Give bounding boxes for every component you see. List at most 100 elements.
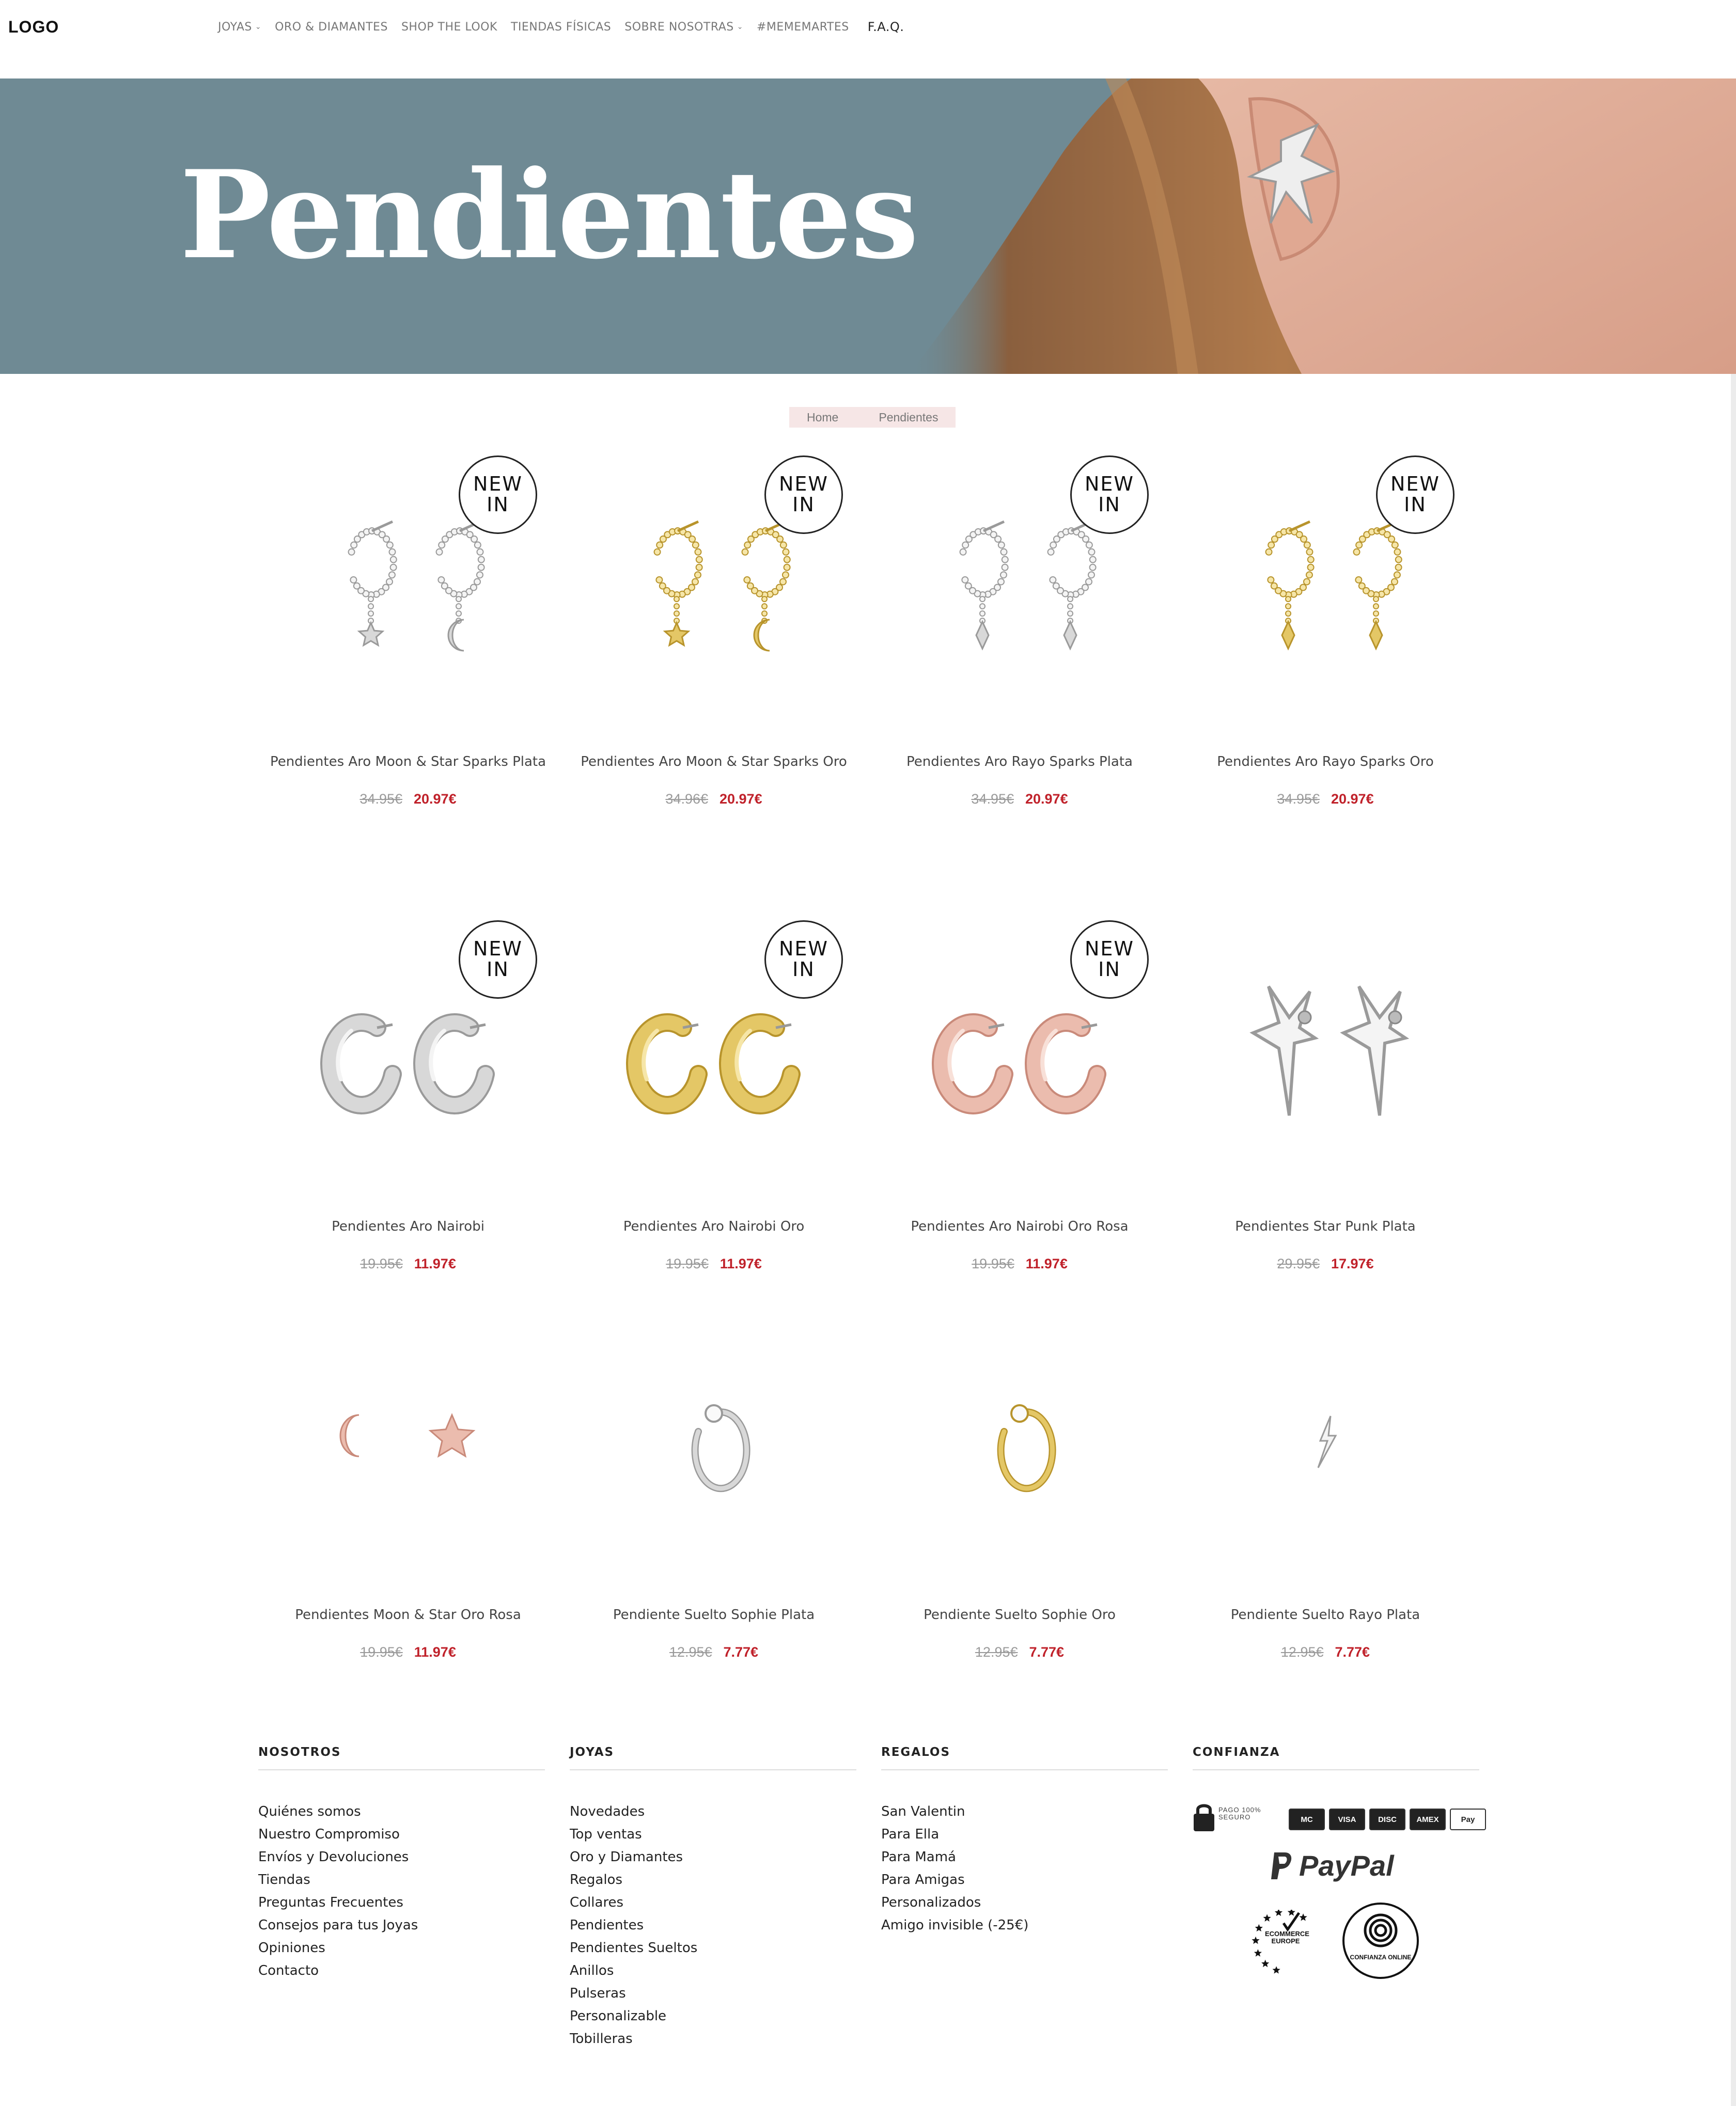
eu-star-icon xyxy=(1255,1924,1263,1932)
sale-price: 7.77€ xyxy=(723,1644,759,1660)
footer-link[interactable]: Collares xyxy=(570,1891,856,1914)
product-image[interactable] xyxy=(1170,1302,1480,1592)
nav-item[interactable]: #MEMEMARTES xyxy=(757,21,849,34)
check-icon xyxy=(1282,1912,1301,1932)
footer-link[interactable]: Tobilleras xyxy=(570,2028,856,2050)
footer-link[interactable]: Personalizados xyxy=(881,1891,1168,1914)
main-nav: JOYAS ⌄ ORO & DIAMANTES SHOP THE LOOK TIENDA… xyxy=(218,20,904,34)
nav-item-label: F.A.Q. xyxy=(867,20,904,34)
badge-line: IN xyxy=(1404,493,1427,516)
product-name[interactable]: Pendientes Aro Rayo Sparks Plata xyxy=(865,754,1175,769)
footer-link[interactable]: San Valentin xyxy=(881,1800,1168,1823)
new-in-badge: NEW IN xyxy=(1070,920,1149,999)
nav-item[interactable]: ORO & DIAMANTES xyxy=(275,21,388,34)
product-image[interactable] xyxy=(865,1302,1175,1592)
footer-link[interactable]: Regalos xyxy=(570,1868,856,1891)
paypal-logo: PayPal xyxy=(1270,1849,1394,1882)
footer-link[interactable]: Preguntas Frecuentes xyxy=(258,1891,545,1914)
nav-item[interactable]: SOBRE NOSOTRAS ⌄ xyxy=(624,21,743,34)
sale-price: 17.97€ xyxy=(1331,1256,1374,1271)
footer-heading: NOSOTROS xyxy=(258,1746,545,1770)
product-price: 12.95€ 7.77€ xyxy=(559,1644,869,1660)
footer-link[interactable]: Para Ella xyxy=(881,1823,1168,1846)
product-name[interactable]: Pendientes Aro Rayo Sparks Oro xyxy=(1170,754,1480,769)
product-price: 34.95€ 20.97€ xyxy=(1170,791,1480,807)
nav-item[interactable]: JOYAS ⌄ xyxy=(218,21,261,34)
product-name[interactable]: Pendientes Aro Moon & Star Sparks Oro xyxy=(559,754,869,769)
sale-price: 7.77€ xyxy=(1335,1644,1370,1660)
footer-link[interactable]: Nuestro Compromiso xyxy=(258,1823,545,1846)
footer-link[interactable]: Oro y Diamantes xyxy=(570,1846,856,1868)
old-price: 34.95€ xyxy=(971,791,1014,807)
paypal-icon xyxy=(1271,1852,1292,1879)
fingerprint-icon xyxy=(1364,1913,1398,1947)
badge-line: NEW xyxy=(473,473,523,496)
sale-price: 20.97€ xyxy=(720,791,762,807)
footer-link[interactable]: Contacto xyxy=(258,1959,545,1982)
old-price: 12.95€ xyxy=(1280,1644,1324,1660)
product-name[interactable]: Pendientes Moon & Star Oro Rosa xyxy=(253,1607,563,1623)
page-title: Pendientes xyxy=(180,144,919,286)
nav-item[interactable]: TIENDAS FÍSICAS xyxy=(511,21,611,34)
product-name[interactable]: Pendientes Aro Nairobi Oro xyxy=(559,1219,869,1234)
product-name[interactable]: Pendientes Aro Nairobi Oro Rosa xyxy=(865,1219,1175,1234)
footer-link[interactable]: Para Amigas xyxy=(881,1868,1168,1891)
footer-link[interactable]: Amigo invisible (-25€) xyxy=(881,1914,1168,1937)
product-name[interactable]: Pendientes Star Punk Plata xyxy=(1170,1219,1480,1234)
eu-star-icon xyxy=(1274,1910,1283,1916)
old-price: 19.95€ xyxy=(360,1644,403,1660)
footer-link[interactable]: Tiendas xyxy=(258,1868,545,1891)
footer-link[interactable]: Novedades xyxy=(570,1800,856,1823)
product-price: 34.96€ 20.97€ xyxy=(559,791,869,807)
product-name[interactable]: Pendientes Aro Moon & Star Sparks Plata xyxy=(253,754,563,769)
breadcrumb-home[interactable]: Home xyxy=(789,407,869,428)
footer-link[interactable]: Envíos y Devoluciones xyxy=(258,1846,545,1868)
old-price: 19.95€ xyxy=(972,1256,1014,1271)
badge-line: IN xyxy=(792,493,815,516)
payment-card-icon: MC xyxy=(1289,1809,1325,1830)
nav-item[interactable]: SHOP THE LOOK xyxy=(401,21,497,34)
nav-item-label: SOBRE NOSOTRAS xyxy=(624,20,734,34)
eu-star-icon xyxy=(1272,1966,1280,1974)
product-name[interactable]: Pendiente Suelto Sophie Oro xyxy=(865,1607,1175,1623)
nav-item[interactable]: F.A.Q. xyxy=(868,20,904,34)
product-image[interactable] xyxy=(559,1302,869,1592)
badge-line: NEW xyxy=(1084,937,1134,961)
product-name[interactable]: Pendiente Suelto Sophie Plata xyxy=(559,1607,869,1623)
old-price: 12.95€ xyxy=(669,1644,712,1660)
badge-line: NEW xyxy=(778,937,828,961)
badge-line: IN xyxy=(1098,493,1121,516)
breadcrumb-home-label: Home xyxy=(807,410,839,424)
old-price: 12.95€ xyxy=(975,1644,1018,1660)
product-price: 34.95€ 20.97€ xyxy=(865,791,1175,807)
footer-link[interactable]: Para Mamá xyxy=(881,1846,1168,1868)
product-name[interactable]: Pendiente Suelto Rayo Plata xyxy=(1170,1607,1480,1623)
nav-item-label: #MEMEMARTES xyxy=(756,20,849,34)
footer-link[interactable]: Pendientes xyxy=(570,1914,856,1937)
footer-link[interactable]: Consejos para tus Joyas xyxy=(258,1914,545,1937)
footer-link[interactable]: Opiniones xyxy=(258,1937,545,1959)
product-image[interactable] xyxy=(253,1302,563,1592)
payment-card-icon: Pay xyxy=(1450,1809,1486,1830)
old-price: 29.95€ xyxy=(1277,1256,1320,1271)
product-name[interactable]: Pendientes Aro Nairobi xyxy=(253,1219,563,1234)
product-price: 12.95€ 7.77€ xyxy=(865,1644,1175,1660)
footer-column-confianza: CONFIANZA PAGO 100% SEGURO MC VISA DISC AME… xyxy=(1193,1746,1486,1987)
chevron-down-icon: ⌄ xyxy=(255,23,262,31)
eu-star-icon xyxy=(1254,1949,1262,1957)
footer-link[interactable]: Pendientes Sueltos xyxy=(570,1937,856,1959)
logo[interactable]: LOGO xyxy=(8,18,59,37)
footer-link[interactable]: Quiénes somos xyxy=(258,1800,545,1823)
footer-link[interactable]: Anillos xyxy=(570,1959,856,1982)
badge-line: IN xyxy=(1098,958,1121,981)
footer-link[interactable]: Top ventas xyxy=(570,1823,856,1846)
footer-link[interactable]: Personalizable xyxy=(570,2005,856,2028)
sale-price: 11.97€ xyxy=(414,1644,456,1660)
payment-card-icon: VISA xyxy=(1329,1809,1365,1830)
footer-link[interactable]: Pulseras xyxy=(570,1982,856,2005)
nav-item-label: ORO & DIAMANTES xyxy=(275,20,388,34)
footer-links: Novedades Top ventas Oro y Diamantes Regalo… xyxy=(570,1800,856,2050)
lock-icon xyxy=(1194,1804,1214,1831)
new-in-badge: NEW IN xyxy=(764,920,843,999)
product-image[interactable] xyxy=(1170,914,1480,1203)
